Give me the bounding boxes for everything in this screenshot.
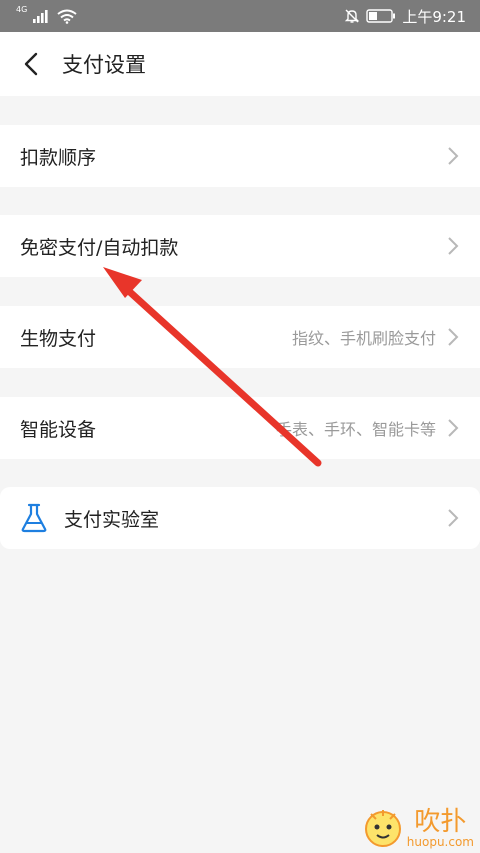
- chevron-right-icon: [448, 147, 459, 165]
- page-title: 支付设置: [62, 53, 146, 77]
- row-label: 生物支付: [20, 327, 97, 350]
- back-button[interactable]: [0, 32, 62, 96]
- row-password-free-payment[interactable]: 免密支付/自动扣款: [0, 215, 480, 277]
- back-arrow-icon: [24, 52, 38, 76]
- battery-icon: [366, 9, 396, 23]
- chevron-right-icon: [448, 237, 459, 255]
- clock: 上午9:21: [402, 7, 466, 26]
- watermark-title: 吹扑: [414, 807, 467, 837]
- row-value: 指纹、手机刷脸支付: [291, 329, 436, 348]
- status-bar: 4G 上午9:21: [0, 0, 480, 32]
- header-bar: 支付设置: [0, 32, 480, 96]
- row-label: 扣款顺序: [20, 146, 97, 169]
- row-biometric-payment[interactable]: 生物支付 指纹、手机刷脸支付: [0, 306, 480, 368]
- row-payment-lab[interactable]: 支付实验室: [0, 487, 480, 549]
- row-label: 免密支付/自动扣款: [20, 236, 179, 259]
- chevron-right-icon: [448, 328, 459, 346]
- network-type: 4G: [16, 5, 28, 14]
- wifi-icon: [57, 9, 77, 24]
- chevron-right-icon: [448, 509, 459, 527]
- row-label: 智能设备: [20, 418, 97, 441]
- signal-icon: [33, 10, 48, 23]
- mascot-icon: [364, 810, 401, 847]
- mute-bell-icon: [345, 9, 360, 23]
- flask-icon: [21, 503, 47, 533]
- status-right: 上午9:21: [344, 6, 466, 27]
- row-deduction-order[interactable]: 扣款顺序: [0, 125, 480, 187]
- watermark-url: huopu.com: [406, 835, 474, 849]
- watermark-text: 吹扑 huopu.com: [407, 809, 474, 849]
- row-label: 支付实验室: [64, 508, 160, 531]
- row-smart-devices[interactable]: 智能设备 手表、手环、智能卡等: [0, 397, 480, 459]
- row-value: 手表、手环、智能卡等: [275, 420, 436, 439]
- watermark-logo: 吹扑 huopu.com: [361, 805, 474, 849]
- chevron-right-icon: [448, 419, 459, 437]
- status-left: 4G: [16, 5, 77, 24]
